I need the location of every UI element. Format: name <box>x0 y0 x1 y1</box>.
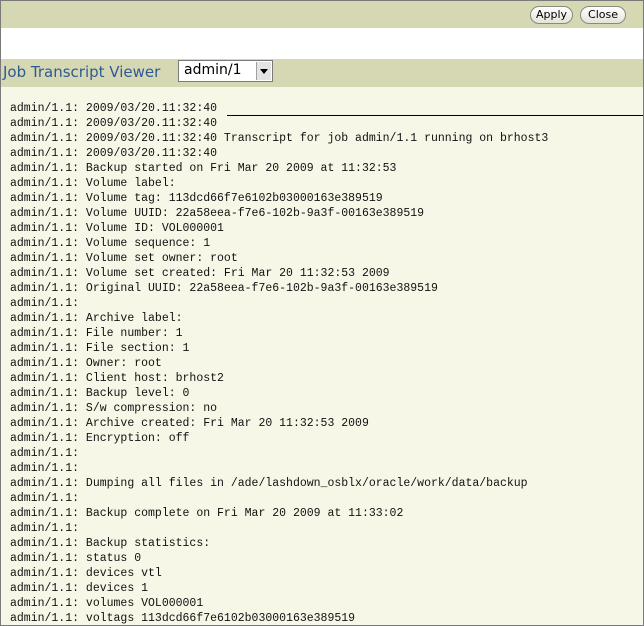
transcript-line: admin/1.1: Archive label: <box>10 312 183 325</box>
transcript-separator-line <box>227 115 643 116</box>
transcript-line: admin/1.1: voltags 113dcd66f7e6102b03000… <box>10 612 356 625</box>
transcript-lines: admin/1.1: 2009/03/20.11:32:40 admin/1.1:… <box>10 101 548 625</box>
transcript-line: admin/1.1: Volume set created: Fri Mar 2… <box>10 267 390 280</box>
transcript-line: admin/1.1: 2009/03/20.11:32:40 <box>10 147 218 160</box>
transcript-line: admin/1.1: Backup complete on Fri Mar 20… <box>10 507 404 520</box>
transcript-line: admin/1.1: 2009/03/20.11:32:40 <box>10 102 218 115</box>
transcript-line: admin/1.1: status 0 <box>10 552 142 565</box>
job-select[interactable]: admin/1 <box>178 60 273 82</box>
job-transcript-window: Apply Close Job Transcript Viewer admin/… <box>0 0 644 626</box>
page-title: Job Transcript Viewer <box>3 63 161 81</box>
transcript-line: admin/1.1: Original UUID: 22a58eea-f7e6-… <box>10 282 438 295</box>
transcript-line: admin/1.1: Backup statistics: <box>10 537 211 550</box>
transcript-line: admin/1.1: Archive created: Fri Mar 20 1… <box>10 417 369 430</box>
transcript-line: admin/1.1: devices 1 <box>10 582 149 595</box>
transcript-line: admin/1.1: Volume sequence: 1 <box>10 237 211 250</box>
transcript-line: admin/1.1: 2009/03/20.11:32:40 Transcrip… <box>10 132 549 145</box>
transcript-line: admin/1.1: <box>10 447 80 460</box>
transcript-line: admin/1.1: Volume label: <box>10 177 176 190</box>
transcript-line: admin/1.1: <box>10 522 80 535</box>
close-button[interactable]: Close <box>580 6 626 24</box>
transcript-line: admin/1.1: Volume UUID: 22a58eea-f7e6-10… <box>10 207 425 220</box>
transcript-line: admin/1.1: Volume ID: VOL000001 <box>10 222 224 235</box>
apply-button[interactable]: Apply <box>530 6 573 24</box>
job-select-value: admin/1 <box>184 62 242 78</box>
viewer-header: Job Transcript Viewer admin/1 <box>1 59 643 87</box>
button-bar: Apply Close <box>1 1 643 28</box>
transcript-panel[interactable]: admin/1.1: 2009/03/20.11:32:40 admin/1.1:… <box>1 87 643 625</box>
chevron-down-icon[interactable] <box>256 62 271 80</box>
transcript-line: admin/1.1: <box>10 492 80 505</box>
transcript-line: admin/1.1: Backup started on Fri Mar 20 … <box>10 162 397 175</box>
transcript-line: admin/1.1: Encryption: off <box>10 432 190 445</box>
transcript-line: admin/1.1: S/w compression: no <box>10 402 218 415</box>
transcript-line: admin/1.1: volumes VOL000001 <box>10 597 204 610</box>
transcript-line: admin/1.1: devices vtl <box>10 567 162 580</box>
transcript-line: admin/1.1: Backup level: 0 <box>10 387 190 400</box>
transcript-line: admin/1.1: File number: 1 <box>10 327 183 340</box>
transcript-line: admin/1.1: Owner: root <box>10 357 162 370</box>
transcript-line: admin/1.1: File section: 1 <box>10 342 190 355</box>
transcript-line: admin/1.1: Dumping all files in /ade/las… <box>10 477 528 490</box>
transcript-line: admin/1.1: Volume set owner: root <box>10 252 238 265</box>
transcript-line: admin/1.1: <box>10 462 80 475</box>
transcript-line: admin/1.1: Volume tag: 113dcd66f7e6102b0… <box>10 192 383 205</box>
transcript-line: admin/1.1: <box>10 297 80 310</box>
transcript-line: admin/1.1: 2009/03/20.11:32:40 <box>10 117 218 130</box>
transcript-line: admin/1.1: Client host: brhost2 <box>10 372 224 385</box>
